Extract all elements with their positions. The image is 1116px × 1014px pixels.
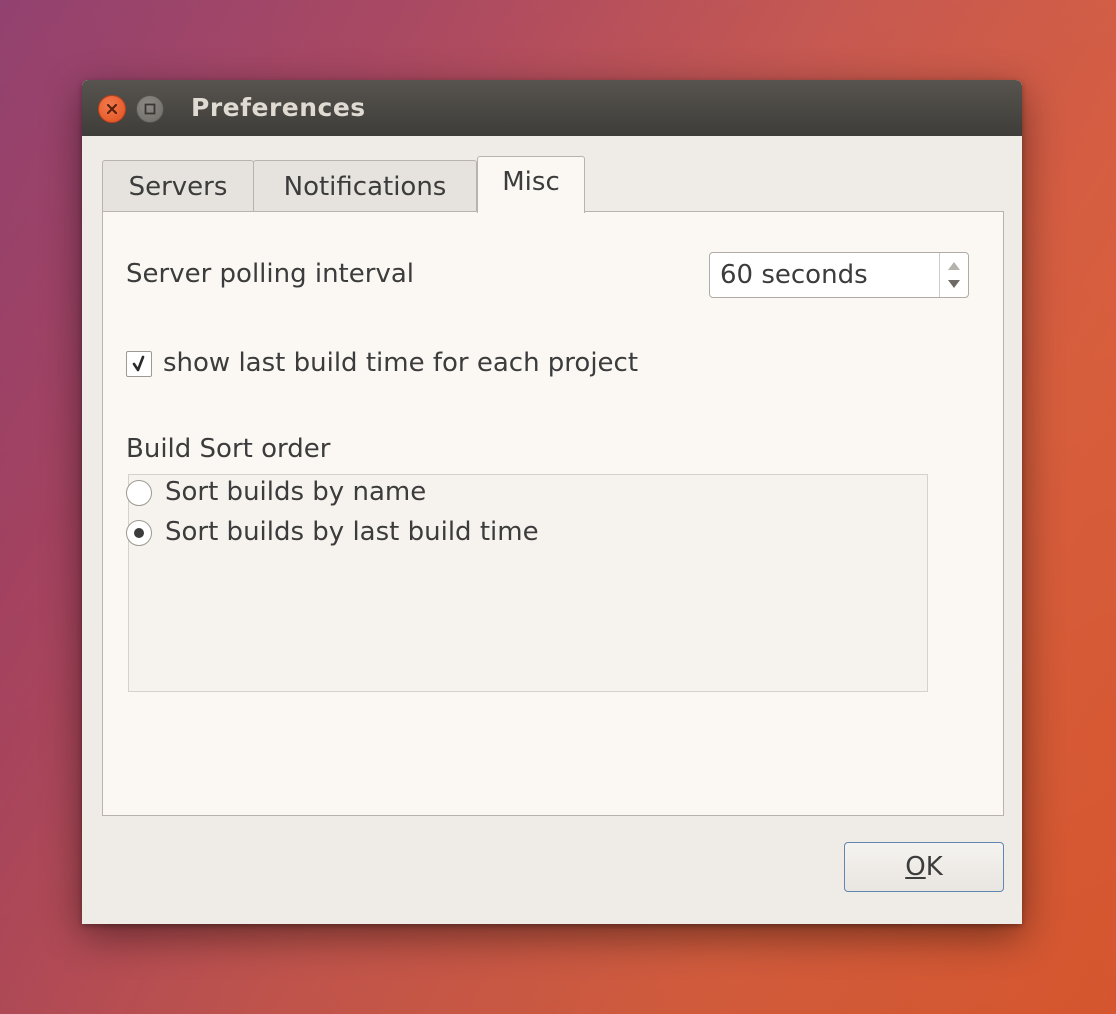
tab-notifications[interactable]: Notifications <box>253 160 477 212</box>
sort-by-name-radio[interactable] <box>126 480 152 506</box>
ok-label-rest: K <box>925 852 943 882</box>
checkmark-icon <box>132 355 145 372</box>
sort-by-last-build-time-label[interactable]: Sort builds by last build time <box>165 517 539 547</box>
sort-order-group-label: Build Sort order <box>126 434 331 464</box>
show-build-time-label[interactable]: show last build time for each project <box>163 348 638 378</box>
maximize-icon <box>144 103 156 115</box>
close-icon <box>106 103 118 115</box>
tab-misc[interactable]: Misc <box>477 156 585 213</box>
polling-interval-label: Server polling interval <box>126 259 414 289</box>
polling-interval-spinbox[interactable]: 60 seconds <box>709 252 969 298</box>
window-title: Preferences <box>191 93 366 122</box>
maximize-window-button[interactable] <box>136 95 164 123</box>
tab-servers[interactable]: Servers <box>102 160 254 212</box>
ok-button[interactable]: OK <box>844 842 1004 892</box>
ok-mnemonic: O <box>905 852 926 882</box>
show-build-time-checkbox[interactable] <box>126 351 152 377</box>
spinbox-arrows[interactable] <box>939 253 968 297</box>
spin-arrows-icon <box>948 262 960 288</box>
close-window-button[interactable] <box>98 95 126 123</box>
radio-selected-dot <box>134 528 144 538</box>
polling-interval-value[interactable]: 60 seconds <box>720 260 868 290</box>
titlebar[interactable]: Preferences <box>82 80 1022 136</box>
preferences-dialog: Preferences Servers Notifications Misc S… <box>82 80 1022 924</box>
misc-tab-panel: Server polling interval 60 seconds show … <box>102 211 1004 816</box>
sort-by-last-build-time-radio[interactable] <box>126 520 152 546</box>
sort-by-name-label[interactable]: Sort builds by name <box>165 477 426 507</box>
